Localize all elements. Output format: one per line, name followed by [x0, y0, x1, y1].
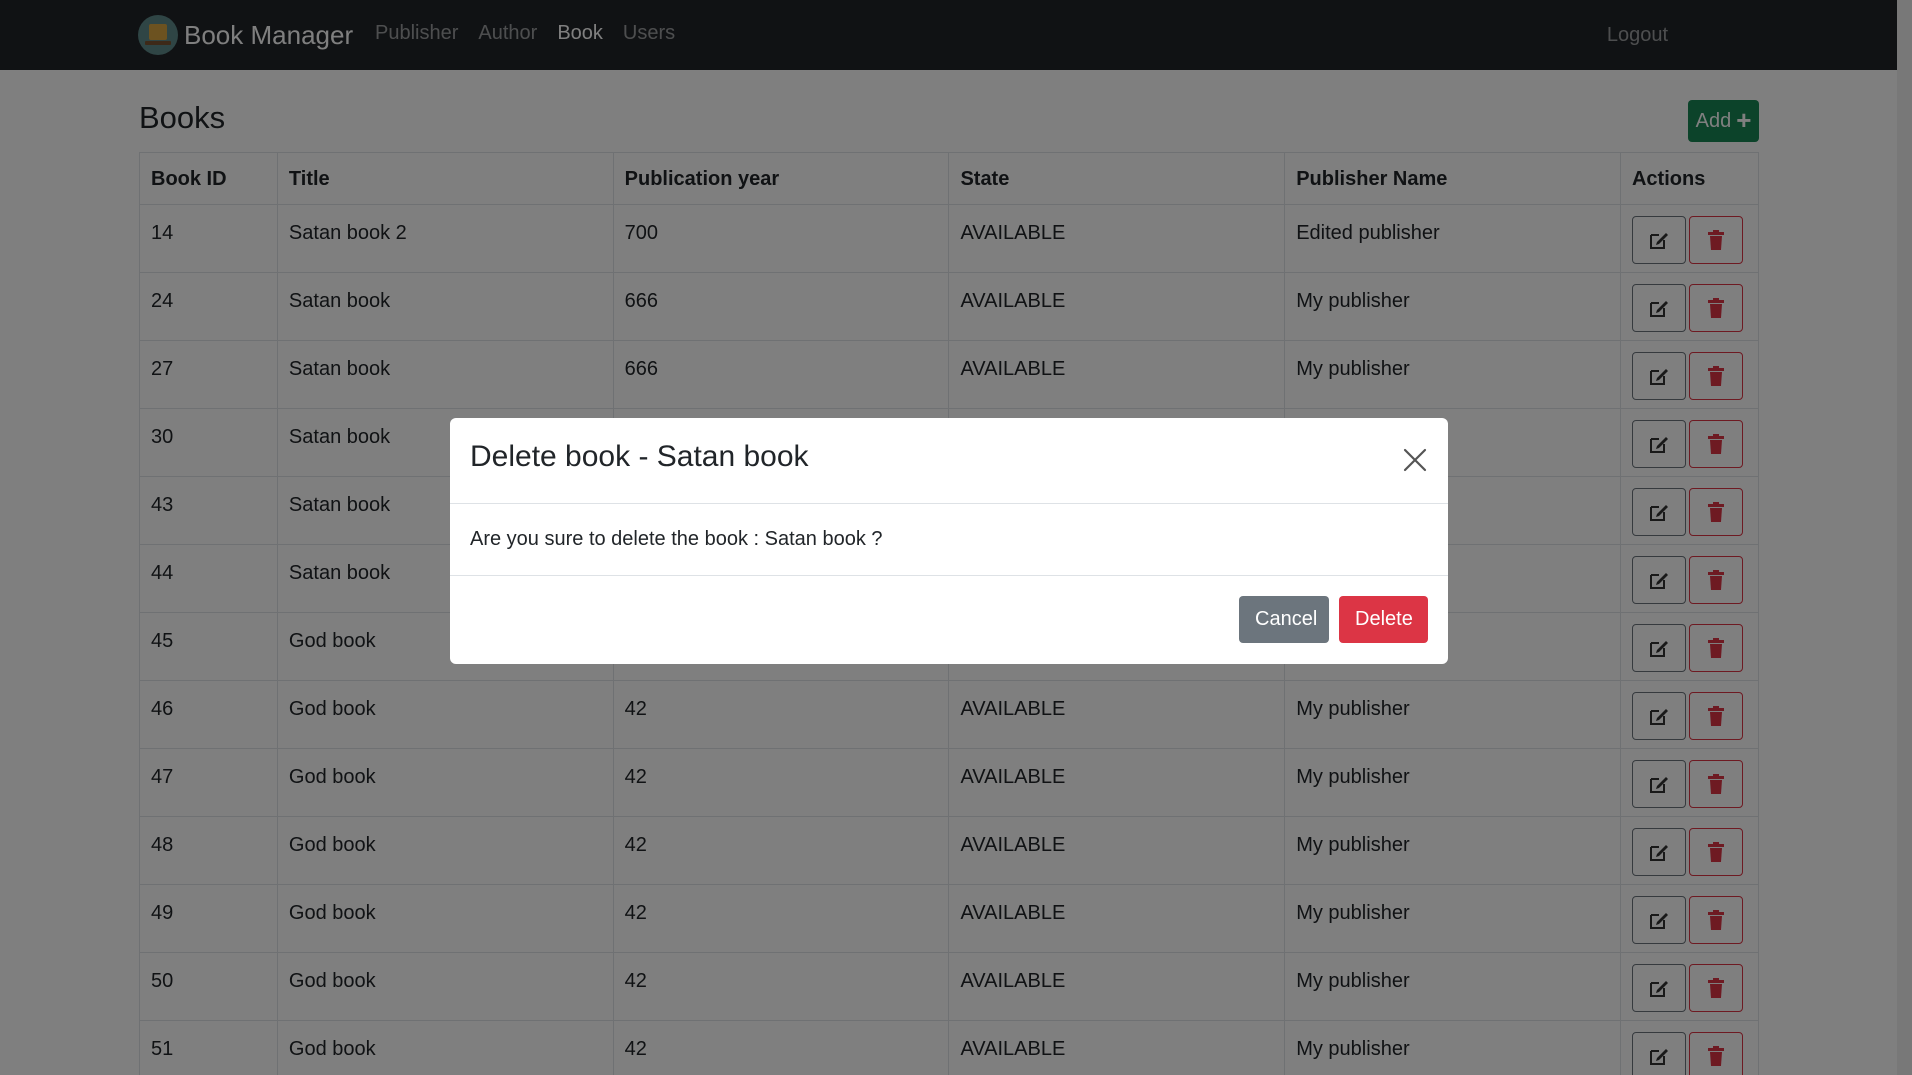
- modal-footer: Cancel Delete: [450, 576, 1448, 664]
- close-icon: [1403, 448, 1427, 471]
- delete-modal: Delete book - Satan book Are you sure to…: [450, 418, 1448, 664]
- modal-body: Are you sure to delete the book : Satan …: [450, 504, 1448, 576]
- cancel-button[interactable]: Cancel: [1239, 596, 1329, 643]
- delete-button[interactable]: Delete: [1339, 596, 1428, 643]
- modal-title: Delete book - Satan book: [470, 440, 809, 473]
- modal-header: Delete book - Satan book: [450, 418, 1448, 504]
- close-button[interactable]: [1400, 446, 1430, 476]
